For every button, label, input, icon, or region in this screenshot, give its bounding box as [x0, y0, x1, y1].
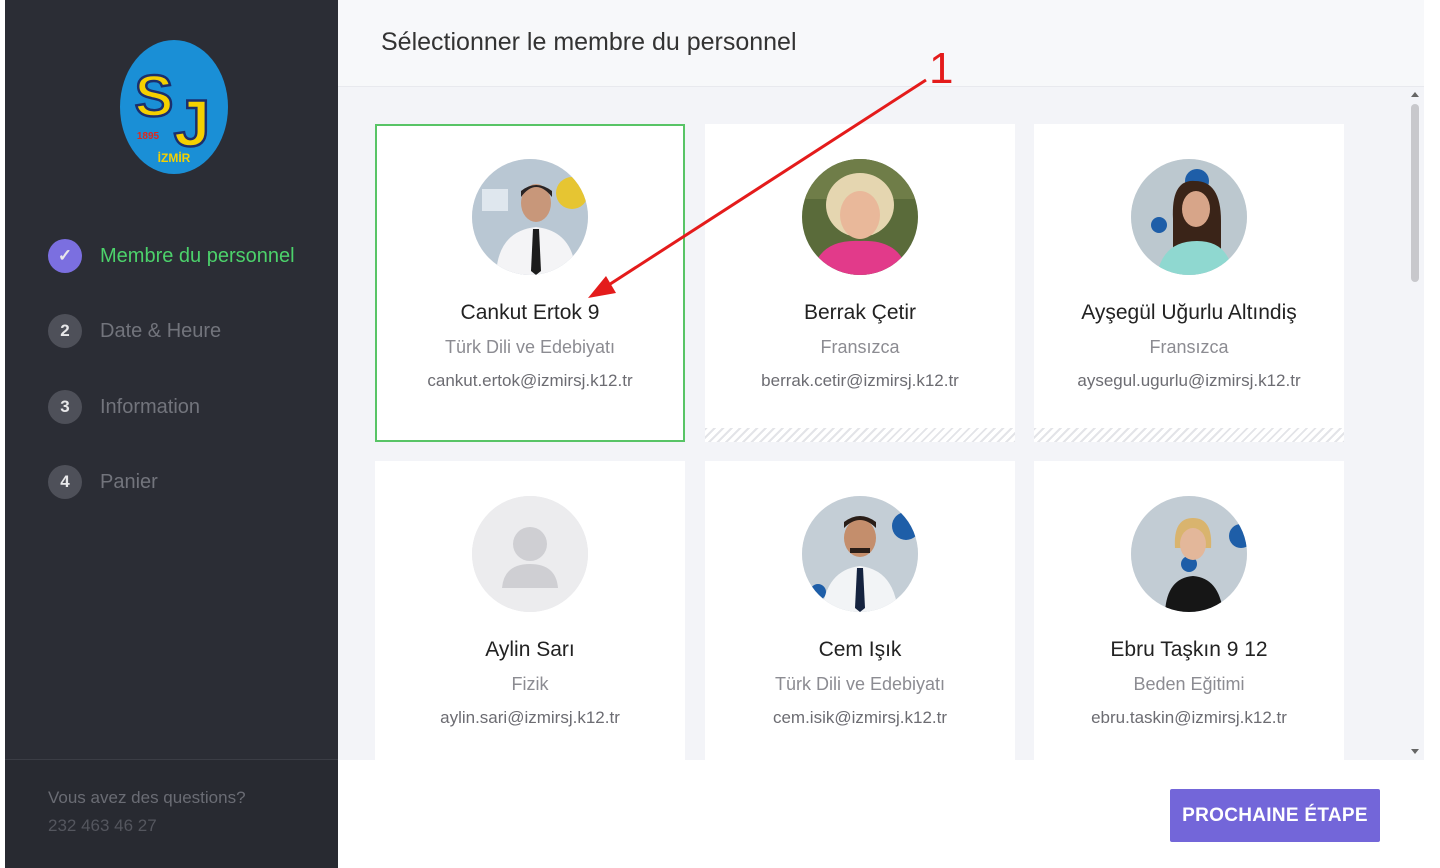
staff-card[interactable]: Ayşegül Uğurlu Altındiş Fransızca aysegu… — [1034, 124, 1344, 442]
svg-text:J: J — [174, 86, 211, 160]
staff-subject: Beden Eğitimi — [1133, 674, 1245, 694]
next-step-button[interactable]: PROCHAINE ÉTAPE — [1170, 789, 1380, 842]
avatar — [1131, 159, 1247, 275]
svg-text:S: S — [135, 64, 174, 129]
staff-card[interactable]: Cankut Ertok 9 Türk Dili ve Edebiyatı ca… — [375, 124, 685, 442]
scrollbar-thumb[interactable] — [1411, 104, 1419, 282]
step-label: Membre du personnel — [100, 244, 295, 267]
wizard-footer: PROCHAINE ÉTAPE — [338, 760, 1424, 868]
app-frame: S J 1895 İZMİR ✓ Membre du personnel 2 D… — [0, 0, 1440, 868]
scrollbar[interactable] — [1408, 92, 1422, 756]
staff-email: ebru.taskin@izmirsj.k12.tr — [1091, 708, 1287, 727]
step-number: 4 — [48, 465, 82, 499]
avatar — [802, 496, 918, 612]
page-title: Sélectionner le membre du personnel — [381, 28, 797, 56]
staff-subject: Türk Dili ve Edebiyatı — [774, 674, 946, 694]
step-staff-member[interactable]: ✓ Membre du personnel — [48, 236, 338, 276]
sidebar: S J 1895 İZMİR ✓ Membre du personnel 2 D… — [5, 0, 338, 868]
annotation-label: 1 — [929, 44, 954, 93]
step-label: Information — [100, 395, 201, 418]
staff-card[interactable]: Cem Işık Türk Dili ve Edebiyatı cem.isik… — [705, 461, 1015, 760]
scroll-down-arrow-icon[interactable] — [1411, 749, 1419, 754]
staff-name: Ayşegül Uğurlu Altındiş — [1081, 301, 1297, 324]
questions-text: Vous avez des questions? — [48, 788, 246, 807]
step-number: 2 — [48, 314, 82, 348]
staff-name: Berrak Çetir — [803, 301, 917, 324]
staff-subject: Fizik — [511, 674, 549, 694]
step-label: Panier — [100, 470, 158, 493]
staff-email: berrak.cetir@izmirsj.k12.tr — [761, 371, 959, 390]
staff-card[interactable]: Ebru Taşkın 9 12 Beden Eğitimi ebru.task… — [1034, 461, 1344, 760]
contact-phone[interactable]: 232 463 46 27 — [48, 816, 157, 836]
staff-card[interactable]: Berrak Çetir Fransızca berrak.cetir@izmi… — [705, 124, 1015, 442]
logo-city: İZMİR — [158, 150, 191, 165]
staff-subject: Fransızca — [820, 337, 900, 357]
staff-email: cem.isik@izmirsj.k12.tr — [772, 708, 948, 727]
avatar — [1131, 496, 1247, 612]
staff-subject: Türk Dili ve Edebiyatı — [444, 337, 616, 357]
step-number: 3 — [48, 390, 82, 424]
default-avatar-icon — [472, 496, 588, 612]
staff-email: aylin.sari@izmirsj.k12.tr — [440, 708, 620, 727]
check-icon: ✓ — [48, 239, 82, 273]
staff-email: cankut.ertok@izmirsj.k12.tr — [427, 371, 633, 390]
logo-year: 1895 — [137, 131, 160, 142]
school-logo: S J 1895 İZMİR — [120, 40, 228, 174]
avatar — [802, 159, 918, 275]
staff-name: Aylin Sarı — [485, 638, 575, 661]
scroll-up-arrow-icon[interactable] — [1411, 92, 1419, 97]
step-label: Date & Heure — [100, 319, 222, 342]
staff-subject: Fransızca — [1149, 337, 1229, 357]
staff-email: aysegul.ugurlu@izmirsj.k12.tr — [1077, 371, 1301, 390]
staff-name: Cem Işık — [818, 638, 902, 661]
staff-name: Ebru Taşkın 9 12 — [1110, 638, 1268, 661]
staff-card[interactable]: Aylin Sarı Fizik aylin.sari@izmirsj.k12.… — [375, 461, 685, 760]
page-header: Sélectionner le membre du personnel — [338, 0, 1424, 87]
sidebar-footer: Vous avez des questions? 232 463 46 27 — [5, 759, 338, 868]
step-information[interactable]: 3 Information — [48, 387, 338, 427]
step-date-time[interactable]: 2 Date & Heure — [48, 311, 338, 351]
staff-grid: Cankut Ertok 9 Türk Dili ve Edebiyatı ca… — [338, 87, 1424, 760]
step-cart[interactable]: 4 Panier — [48, 462, 338, 502]
avatar — [472, 159, 588, 275]
staff-name: Cankut Ertok 9 — [460, 301, 600, 324]
